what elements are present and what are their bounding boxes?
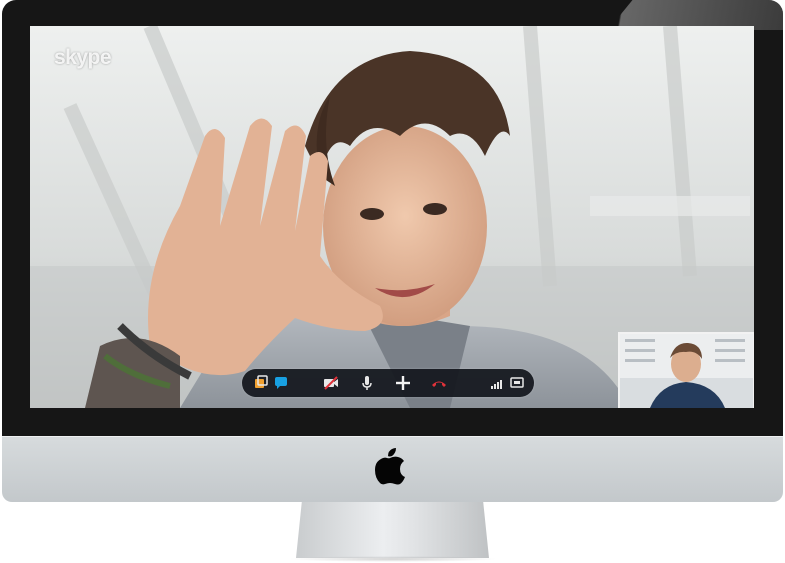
call-controls-toolbar [242,369,534,397]
fullscreen-button[interactable] [508,374,526,392]
self-video-feed [620,334,753,408]
skype-logo: skype [54,46,112,69]
plus-icon [396,376,410,390]
contacts-icon [255,375,268,388]
video-call-screen: skype [30,26,754,408]
add-participant-button[interactable] [394,374,412,392]
self-view-thumbnail[interactable] [618,332,754,408]
chat-button[interactable] [272,374,290,392]
mute-microphone-button[interactable] [358,374,376,392]
stand-shadow [288,556,498,562]
screen-icon [510,377,524,388]
signal-bars-icon [491,380,502,389]
monitor-stand [296,502,489,558]
end-call-button[interactable] [430,374,448,392]
video-off-icon [324,376,338,390]
toggle-video-button[interactable] [322,374,340,392]
show-contacts-button[interactable] [252,374,270,392]
chat-bubble-icon [275,377,287,389]
apple-logo-icon [375,448,405,485]
call-quality-button[interactable] [488,374,506,392]
microphone-icon [362,376,372,390]
hang-up-phone-icon [432,381,446,387]
